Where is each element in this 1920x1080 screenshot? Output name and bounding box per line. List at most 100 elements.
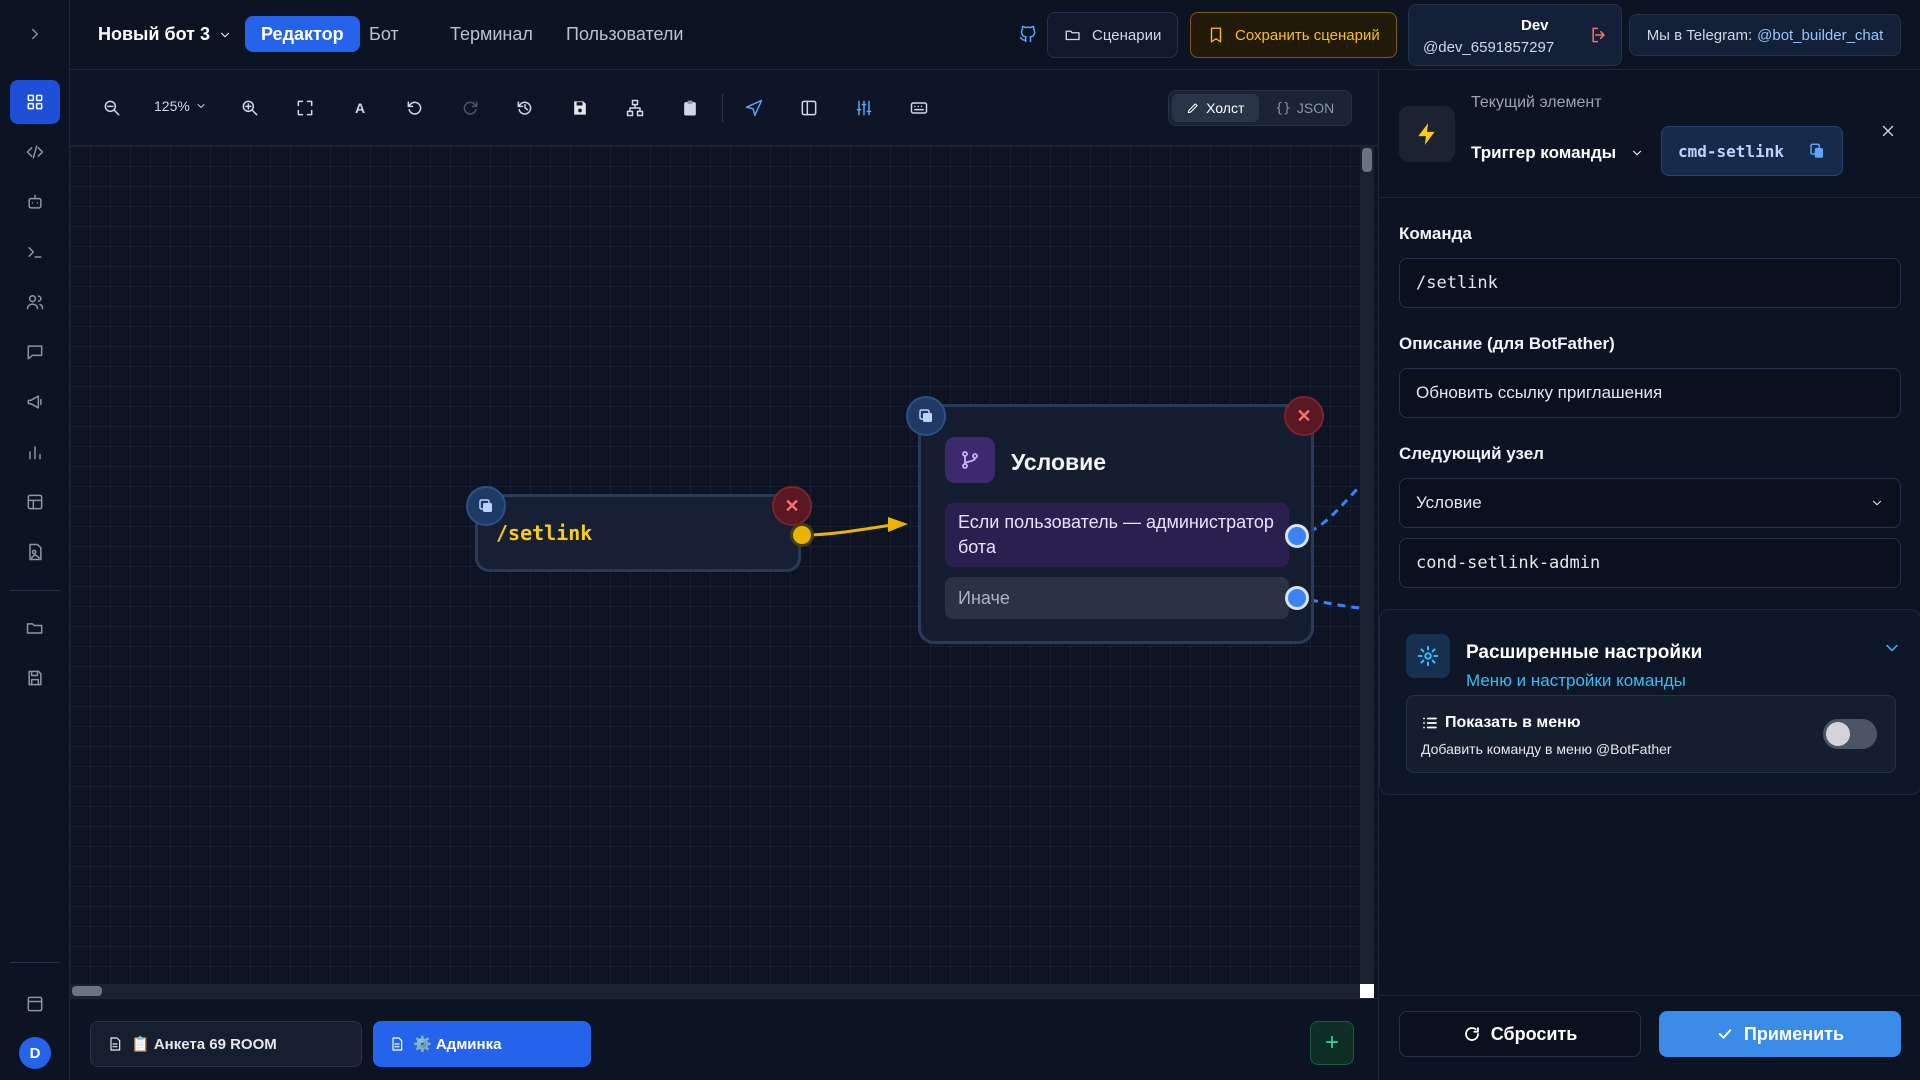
send-button[interactable] [738, 92, 770, 124]
github-icon[interactable] [1018, 24, 1038, 44]
flow-canvas[interactable]: /setlink ✕ Условие Если пользователь — а… [70, 146, 1378, 998]
horizontal-scrollbar[interactable] [70, 984, 1360, 998]
rail-save-button[interactable] [10, 656, 60, 700]
rail-editor-button[interactable] [10, 80, 60, 124]
condition-node[interactable]: Условие Если пользователь — администрато… [918, 404, 1314, 644]
document-icon [392, 1037, 403, 1051]
redo-icon [463, 101, 478, 115]
expand-rail-button[interactable] [10, 12, 60, 56]
avatar[interactable]: D [19, 1037, 51, 1069]
layout-icon [27, 996, 43, 1012]
show-in-menu-title: Показать в меню [1421, 714, 1580, 732]
check-icon [1718, 1029, 1732, 1039]
element-type-select[interactable]: Триггер команды [1471, 143, 1644, 163]
tab-terminal[interactable]: Терминал [434, 16, 549, 52]
close-icon: ✕ [1296, 405, 1312, 426]
view-json-button[interactable]: {} JSON [1262, 94, 1349, 122]
next-node-select[interactable]: Условие [1399, 478, 1901, 528]
hierarchy-button[interactable] [619, 92, 651, 124]
sitemap-icon [626, 99, 644, 117]
history-button[interactable] [509, 92, 541, 124]
add-sheet-button[interactable]: + [1310, 1021, 1354, 1065]
close-icon [1882, 125, 1894, 137]
save-scenario-button[interactable]: Сохранить сценарий [1190, 12, 1397, 58]
undo-icon [407, 101, 422, 115]
properties-panel: Текущий элемент Триггер команды cmd-setl… [1378, 70, 1920, 1080]
sidebar-toggle-button[interactable] [793, 92, 825, 124]
telegram-prefix: Мы в Telegram: [1646, 26, 1753, 44]
bot-selector[interactable]: Новый бот 3 [98, 24, 232, 45]
clipboard-button[interactable] [674, 92, 706, 124]
close-panel-button[interactable] [1879, 122, 1897, 140]
delete-condition-button[interactable]: ✕ [1284, 396, 1324, 436]
tab-users[interactable]: Пользователи [550, 16, 699, 52]
delete-trigger-button[interactable]: ✕ [772, 486, 812, 526]
description-input[interactable]: Обновить ссылку приглашения [1399, 368, 1901, 418]
element-id-badge[interactable]: cmd-setlink [1661, 126, 1843, 176]
copy-icon [1810, 143, 1823, 158]
redo-button[interactable] [454, 92, 486, 124]
panel-footer: Сбросить Применить [1379, 995, 1920, 1080]
apply-button[interactable]: Применить [1659, 1011, 1901, 1057]
view-canvas-button[interactable]: Холст [1172, 94, 1259, 122]
else-output-handle[interactable] [1285, 586, 1309, 610]
scroll-thumb[interactable] [72, 986, 102, 996]
command-input[interactable]: /setlink [1399, 258, 1901, 308]
rail-code-button[interactable] [10, 130, 60, 174]
zoom-out-button[interactable] [96, 92, 128, 124]
rail-users-button[interactable] [10, 280, 60, 324]
zoom-in-button[interactable] [234, 92, 266, 124]
message-icon [27, 345, 43, 360]
scenarios-button[interactable]: Сценарии [1047, 12, 1179, 58]
logout-icon[interactable] [1589, 25, 1609, 45]
duplicate-trigger-button[interactable] [466, 486, 506, 526]
document-icon [110, 1037, 121, 1051]
settings-sliders-button[interactable] [848, 92, 880, 124]
dev-handle: @dev_6591857297 [1423, 39, 1555, 56]
panel-icon [801, 100, 817, 116]
scroll-thumb[interactable] [1362, 148, 1372, 172]
sheet-tab-active[interactable]: ⚙️ Админка [373, 1021, 591, 1067]
gear-icon [1406, 634, 1450, 678]
trigger-command: /setlink [496, 521, 593, 545]
trigger-node[interactable]: /setlink [475, 494, 801, 572]
rail-media-button[interactable] [10, 530, 60, 574]
trigger-output-handle[interactable] [790, 523, 814, 547]
next-node-label: Следующий узел [1399, 444, 1544, 463]
rail-messages-button[interactable] [10, 330, 60, 374]
sheet-tab[interactable]: 📋 Анкета 69 ROOM [90, 1021, 362, 1067]
rail-open-folder-button[interactable] [10, 606, 60, 650]
command-label: Команда [1399, 224, 1472, 243]
advanced-settings-section: Расширенные настройки Меню и настройки к… [1379, 609, 1920, 795]
rail-broadcast-button[interactable] [10, 380, 60, 424]
rail-table-button[interactable] [10, 480, 60, 524]
undo-button[interactable] [399, 92, 431, 124]
rail-layout-button[interactable] [10, 982, 60, 1026]
rail-stats-button[interactable] [10, 430, 60, 474]
branch-if[interactable]: Если пользователь — администратор бота [945, 503, 1289, 567]
keyboard-button[interactable] [903, 92, 935, 124]
branch-icon [945, 437, 995, 483]
tab-bot[interactable]: Бот [353, 16, 415, 52]
telegram-chat-link[interactable]: Мы в Telegram: @bot_builder_chat [1629, 14, 1901, 56]
vertical-scrollbar[interactable] [1360, 146, 1374, 998]
rail-terminal-button[interactable] [10, 230, 60, 274]
zoom-select[interactable]: 125% [154, 98, 207, 114]
save-button[interactable] [564, 92, 596, 124]
fit-view-button[interactable] [289, 92, 321, 124]
font-tool-button[interactable]: A [344, 92, 376, 124]
save-icon [574, 101, 586, 115]
show-in-menu-toggle[interactable] [1823, 719, 1877, 749]
show-in-menu-option: Показать в меню Добавить команду в меню … [1406, 695, 1896, 773]
branch-else[interactable]: Иначе [945, 577, 1289, 619]
element-id: cmd-setlink [1678, 141, 1784, 161]
save-icon [28, 670, 42, 686]
collapse-advanced-button[interactable] [1882, 638, 1902, 658]
folder-open-icon [1065, 30, 1080, 41]
next-node-id-input[interactable]: cond-setlink-admin [1399, 538, 1901, 588]
rail-bot-button[interactable] [10, 180, 60, 224]
reset-button[interactable]: Сбросить [1399, 1011, 1641, 1057]
tab-editor[interactable]: Редактор [245, 16, 360, 52]
if-output-handle[interactable] [1285, 524, 1309, 548]
duplicate-condition-button[interactable] [906, 396, 946, 436]
